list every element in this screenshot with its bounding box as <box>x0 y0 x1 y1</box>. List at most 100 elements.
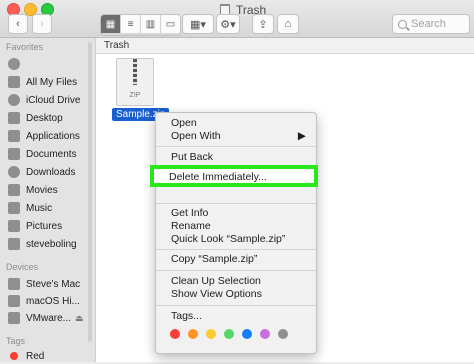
sidebar-item-label: Music <box>26 202 53 214</box>
film-icon <box>8 184 20 196</box>
edit-tags-button[interactable]: ⌂ <box>277 14 299 34</box>
share-button[interactable]: ⇪ <box>252 14 274 34</box>
action-button[interactable]: ⚙▾ <box>216 14 240 34</box>
column-view-button[interactable]: ▥ <box>141 15 161 33</box>
red-tag-icon <box>10 352 18 360</box>
gallery-icon: ▭ <box>165 18 176 30</box>
menu-item-label: Delete Immediately... <box>169 171 267 183</box>
tag-color-yellow[interactable] <box>206 329 216 339</box>
sidebar-item-vmware[interactable]: VMware... ⏏ <box>8 310 84 326</box>
tags-heading: Tags <box>6 336 26 346</box>
sidebar-item-pictures[interactable]: Pictures <box>8 218 62 234</box>
gear-icon: ⚙▾ <box>220 18 236 31</box>
cloud-icon <box>8 94 20 106</box>
menu-item-open[interactable]: Open <box>171 117 197 129</box>
menu-item-copy[interactable]: Copy “Sample.zip” <box>171 253 257 265</box>
sidebar-item-label: macOS Hi... <box>26 295 80 307</box>
sidebar-item-movies[interactable]: Movies <box>8 182 58 198</box>
zip-type-label: ZIP <box>129 92 141 99</box>
document-icon <box>8 148 20 160</box>
sidebar-item-icloud-drive[interactable]: iCloud Drive <box>8 92 80 108</box>
sidebar-item-label: Red <box>26 350 45 362</box>
sidebar-item-label: Downloads <box>26 166 76 178</box>
forward-button[interactable]: › <box>32 14 52 34</box>
computer-icon <box>8 278 20 290</box>
menu-item-delete-immediately[interactable]: Delete Immediately... <box>150 165 318 187</box>
sidebar-item-label: All My Files <box>26 76 78 88</box>
sidebar-item-label: iCloud Drive <box>26 94 81 106</box>
chevron-right-icon: › <box>40 18 44 30</box>
tag-icon: ⌂ <box>284 18 292 30</box>
tag-color-purple[interactable] <box>260 329 270 339</box>
sidebar-item-label: Documents <box>26 148 77 160</box>
search-icon <box>398 20 407 29</box>
menu-separator <box>156 146 316 147</box>
tag-color-gray[interactable] <box>278 329 288 339</box>
menu-item-get-info[interactable]: Get Info <box>171 207 208 219</box>
menu-separator <box>156 305 316 306</box>
menu-item-label: Open With <box>171 130 221 142</box>
columns-icon: ▥ <box>145 18 156 30</box>
submenu-arrow-icon: ▶ <box>297 130 306 142</box>
zip-file-icon[interactable]: ZIP <box>116 58 154 106</box>
zipper-icon <box>133 59 137 85</box>
sidebar-item-downloads[interactable]: Downloads <box>8 164 75 180</box>
tag-color-orange[interactable] <box>188 329 198 339</box>
eject-icon[interactable]: ⏏ <box>75 313 84 324</box>
menu-item-tags[interactable]: Tags... <box>171 310 202 322</box>
tag-color-red[interactable] <box>170 329 180 339</box>
search-placeholder: Search <box>411 18 446 30</box>
download-icon <box>8 166 20 178</box>
back-button[interactable]: ‹ <box>8 14 28 34</box>
menu-separator <box>156 249 316 250</box>
home-icon <box>8 238 20 250</box>
sidebar-item-music[interactable]: Music <box>8 200 52 216</box>
sidebar: Favorites All My Files iCloud Drive Desk… <box>0 38 96 362</box>
sidebar-item-label: Pictures <box>26 220 63 232</box>
favorites-heading: Favorites <box>6 42 44 52</box>
sidebar-item-airdrop[interactable] <box>8 56 26 72</box>
menu-item-rename[interactable]: Rename <box>171 220 211 232</box>
tag-color-green[interactable] <box>224 329 234 339</box>
sidebar-item-label: VMware... <box>26 312 72 324</box>
grid-icon: ▦ <box>105 18 116 30</box>
context-menu: Open Open With ▶ Put Back Delete Immedia… <box>150 112 318 354</box>
menu-separator <box>156 270 316 271</box>
arrange-icon: ▦▾ <box>190 18 206 31</box>
gallery-view-button[interactable]: ▭ <box>161 15 180 33</box>
sidebar-item-macos-disk[interactable]: macOS Hi... <box>8 293 80 309</box>
airdrop-icon <box>8 58 20 70</box>
sidebar-item-label: Steve's Mac <box>26 278 81 290</box>
menu-item-view-options[interactable]: Show View Options <box>171 288 262 300</box>
devices-heading: Devices <box>6 262 39 272</box>
disk-icon <box>8 295 20 307</box>
sidebar-item-documents[interactable]: Documents <box>8 146 77 162</box>
list-view-button[interactable]: ≡ <box>121 15 141 33</box>
camera-icon <box>8 220 20 232</box>
menu-item-quick-look[interactable]: Quick Look “Sample.zip” <box>171 233 285 245</box>
sidebar-item-applications[interactable]: Applications <box>8 128 80 144</box>
menu-item-clean-up[interactable]: Clean Up Selection <box>171 275 261 287</box>
menu-item-put-back[interactable]: Put Back <box>171 151 213 163</box>
desktop-icon <box>8 112 20 124</box>
icon-view-button[interactable]: ▦ <box>101 15 121 33</box>
sidebar-item-computer[interactable]: Steve's Mac <box>8 276 80 292</box>
sidebar-scrollbar[interactable] <box>88 42 92 342</box>
applications-icon <box>8 130 20 142</box>
arrange-button[interactable]: ▦▾ <box>182 14 214 34</box>
menu-item-open-with[interactable]: Open With <box>171 130 221 142</box>
tag-color-blue[interactable] <box>242 329 252 339</box>
sidebar-item-home[interactable]: steveboling <box>8 236 77 252</box>
music-icon <box>8 202 20 214</box>
view-mode-control: ▦ ≡ ▥ ▭ <box>100 14 181 36</box>
share-icon: ⇪ <box>258 18 268 31</box>
search-field[interactable]: Search <box>392 14 470 34</box>
list-icon: ≡ <box>127 18 134 30</box>
chevron-left-icon: ‹ <box>16 18 20 30</box>
title-bar: Trash ‹ › ▦ ≡ ▥ ▭ ▦▾ ⚙▾ ⇪ ⌂ Search <box>0 0 474 38</box>
disk-icon <box>8 312 20 324</box>
menu-separator <box>156 203 316 204</box>
sidebar-item-all-my-files[interactable]: All My Files <box>8 74 77 90</box>
sidebar-item-desktop[interactable]: Desktop <box>8 110 63 126</box>
path-title: Trash <box>96 38 474 54</box>
